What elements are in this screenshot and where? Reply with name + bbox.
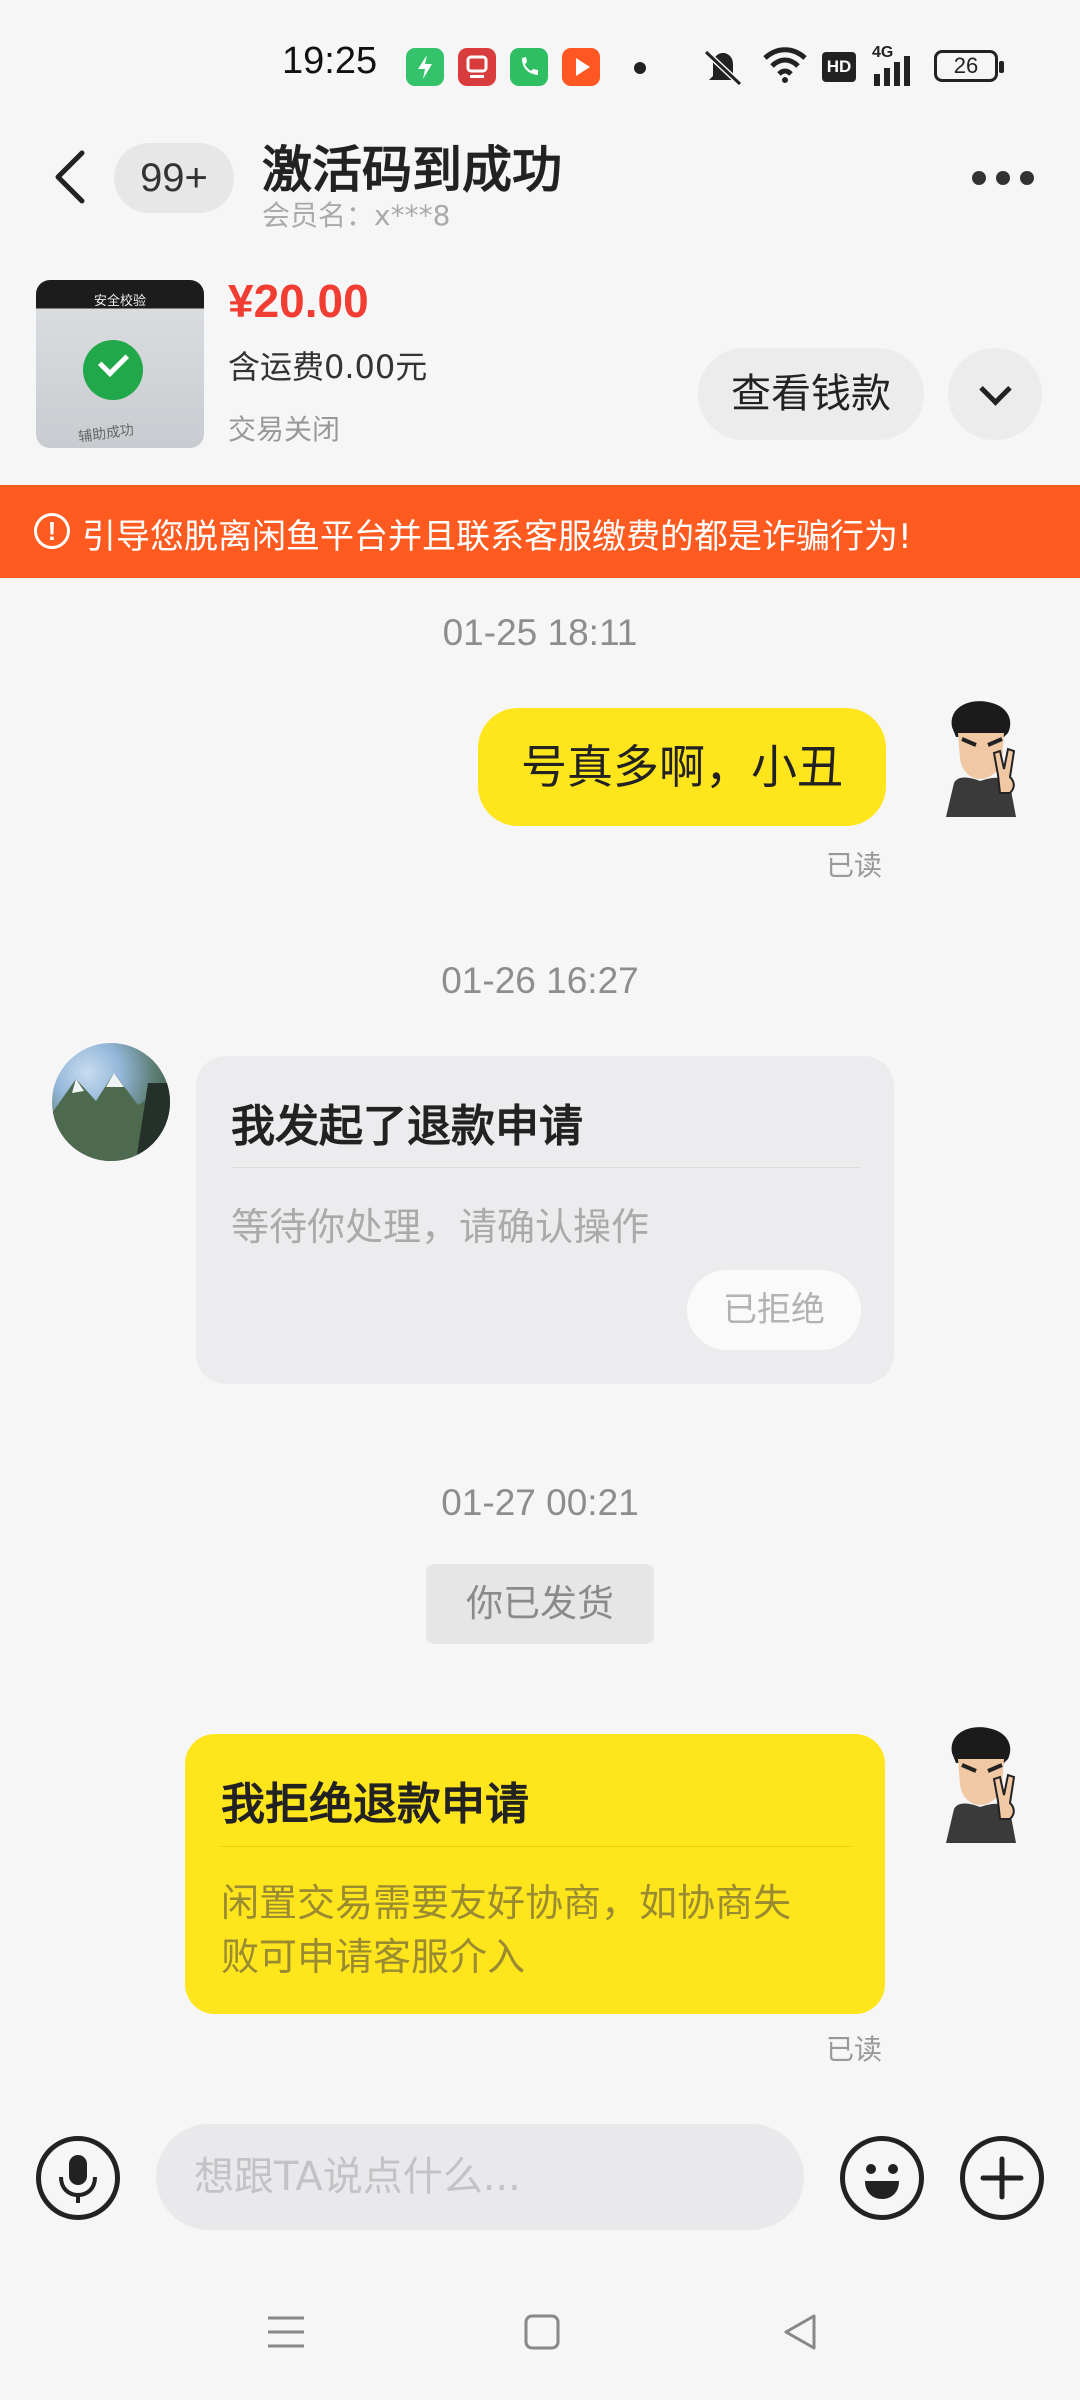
unread-badge[interactable]: 99+	[114, 143, 234, 213]
refund-card-subtitle: 等待你处理，请确认操作	[231, 1205, 650, 1249]
shipped-system-notice: 你已发货	[426, 1564, 654, 1644]
message-input[interactable]	[156, 2124, 804, 2230]
menu-icon[interactable]	[266, 2312, 306, 2352]
thumbnail-bottom-text: 辅助成功	[77, 422, 135, 446]
more-dot-icon	[1020, 171, 1034, 185]
timestamp: 01-27 00:21	[441, 1482, 639, 1523]
back-button[interactable]	[44, 145, 100, 209]
green-app-icon	[406, 48, 444, 86]
check-icon	[83, 340, 143, 400]
home-icon[interactable]	[522, 2312, 562, 2352]
read-status: 已读	[826, 2033, 883, 2066]
status-bar: 19:25 HD 4G 26	[0, 0, 1080, 130]
more-options-button[interactable]	[968, 160, 1038, 190]
phone-app-icon	[510, 48, 548, 86]
deal-status: 交易关闭	[228, 413, 341, 446]
my-avatar[interactable]	[934, 1723, 1030, 1843]
signal-icon	[874, 56, 910, 86]
notification-dot-icon	[634, 62, 646, 74]
fraud-warning-banner: ! 引导您脱离闲鱼平台并且联系客服缴费的都是诈骗行为!	[0, 485, 1080, 578]
refund-card-title: 我发起了退款申请	[231, 1101, 583, 1152]
message-bubble-outgoing[interactable]: 号真多啊，小丑	[478, 708, 886, 826]
read-status: 已读	[826, 849, 883, 882]
warning-icon: !	[34, 513, 70, 549]
add-attachment-button[interactable]	[960, 2136, 1044, 2220]
shipping-fee: 含运费0.00元	[228, 348, 428, 386]
voice-input-button[interactable]	[36, 2136, 120, 2220]
wifi-icon	[763, 47, 807, 83]
my-avatar[interactable]	[934, 697, 1030, 817]
view-money-button[interactable]: 查看钱款	[698, 348, 924, 440]
mute-icon	[703, 49, 743, 87]
product-thumbnail[interactable]: 安全校验 辅助成功	[36, 280, 204, 448]
reject-card-body-line1: 闲置交易需要友好协商，如协商失	[221, 1881, 792, 1925]
timestamp: 01-25 18:11	[442, 612, 638, 653]
chevron-down-icon[interactable]	[948, 348, 1042, 440]
reject-card-title: 我拒绝退款申请	[221, 1779, 529, 1830]
more-dot-icon	[996, 171, 1010, 185]
back-nav-icon[interactable]	[778, 2310, 822, 2354]
product-price: ¥20.00	[228, 275, 369, 327]
chat-title: 激活码到成功	[262, 141, 562, 199]
rejected-status-pill: 已拒绝	[687, 1270, 861, 1350]
battery-icon: 26	[934, 50, 1004, 82]
card-divider	[231, 1167, 861, 1168]
member-name: 会员名：x***8	[262, 199, 451, 232]
warning-text: 引导您脱离闲鱼平台并且联系客服缴费的都是诈骗行为!	[82, 517, 912, 557]
reject-card-body-line2: 败可申请客服介入	[221, 1935, 526, 1979]
microphone-icon	[59, 2155, 97, 2203]
other-user-avatar[interactable]	[52, 1043, 170, 1161]
emoji-button[interactable]	[840, 2136, 924, 2220]
more-dot-icon	[972, 171, 986, 185]
plus-icon	[980, 2156, 1024, 2200]
smiley-icon	[865, 2164, 899, 2199]
red-app-icon	[458, 48, 496, 86]
video-app-icon	[562, 48, 600, 86]
hd-icon: HD	[822, 52, 856, 82]
thumbnail-top-text: 安全校验	[93, 294, 146, 309]
status-time: 19:25	[282, 40, 378, 82]
timestamp: 01-26 16:27	[441, 960, 639, 1001]
card-divider	[221, 1846, 851, 1847]
